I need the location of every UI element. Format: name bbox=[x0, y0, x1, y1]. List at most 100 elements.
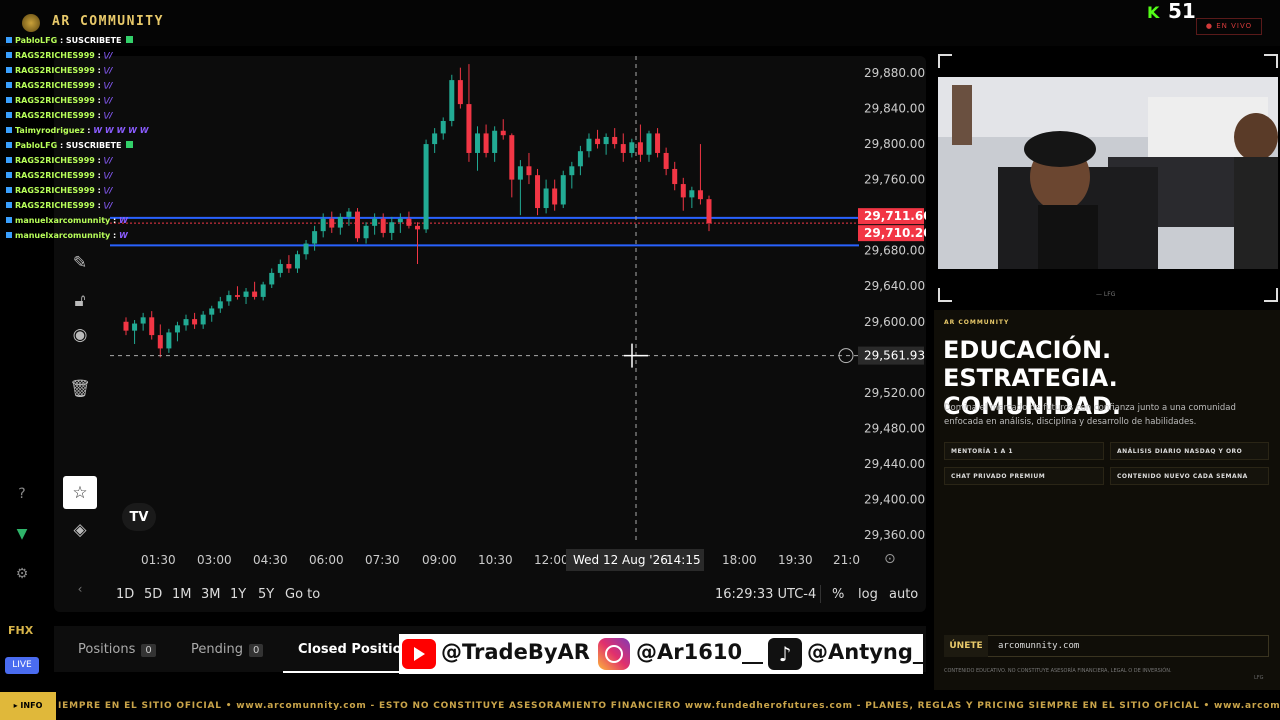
candle-body bbox=[346, 211, 352, 217]
settings-gear-icon[interactable]: ⚙ bbox=[8, 560, 36, 588]
collapse-chevron-icon[interactable]: ‹ bbox=[66, 575, 94, 603]
chat-message: RAGS2RICHES999 : \// bbox=[6, 153, 326, 168]
candle-body bbox=[475, 133, 481, 153]
price-tick-label: 29,600.00 bbox=[864, 315, 925, 329]
candle-body bbox=[174, 325, 180, 333]
time-tick-label: 12:00 bbox=[534, 553, 569, 567]
period-go-to[interactable]: Go to bbox=[285, 587, 320, 602]
chat-emote: W W W W W bbox=[93, 126, 149, 135]
candle-body bbox=[449, 80, 455, 121]
chat-username[interactable]: RAGS2RICHES999 bbox=[15, 201, 98, 210]
scale-percent[interactable]: % bbox=[832, 587, 844, 602]
chat-username[interactable]: manuelxarcomunnity bbox=[15, 231, 113, 240]
time-settings-icon[interactable]: ⊙ bbox=[884, 551, 896, 567]
price-tick-label: 29,680.00 bbox=[864, 244, 925, 258]
price-tick-label: 29,400.00 bbox=[864, 492, 925, 506]
chat-badge-icon bbox=[6, 52, 12, 58]
chat-badge-icon bbox=[6, 127, 12, 133]
app-title: AR COMMUNITY bbox=[52, 14, 164, 29]
community-logo-icon bbox=[22, 14, 40, 32]
period-1m[interactable]: 1M bbox=[172, 587, 192, 602]
candle-body bbox=[526, 166, 532, 176]
chat-username[interactable]: Taimyrodriguez bbox=[15, 126, 87, 135]
period-1y[interactable]: 1Y bbox=[230, 587, 246, 602]
time-tick-label: 19:30 bbox=[778, 553, 813, 567]
period-5y[interactable]: 5Y bbox=[258, 587, 274, 602]
camera-label: — LFG bbox=[1096, 291, 1116, 298]
help-icon[interactable]: ? bbox=[8, 480, 36, 508]
candle-body bbox=[354, 211, 360, 239]
candle-body bbox=[432, 133, 438, 145]
chat-message: RAGS2RICHES999 : \// bbox=[6, 108, 326, 123]
panel-footer-tag: LFG bbox=[1254, 675, 1264, 681]
chat-username[interactable]: RAGS2RICHES999 bbox=[15, 81, 98, 90]
chat-username[interactable]: RAGS2RICHES999 bbox=[15, 66, 98, 75]
chat-message: Taimyrodriguez : W W W W W bbox=[6, 123, 326, 138]
frame-corner bbox=[1264, 288, 1278, 302]
price-tick-label: 29,880.00 bbox=[864, 66, 925, 80]
chat-username[interactable]: manuelxarcomunnity bbox=[15, 216, 113, 225]
candle-body bbox=[406, 218, 412, 226]
candle-body bbox=[217, 301, 223, 309]
chat-username[interactable]: PabloLFG bbox=[15, 36, 60, 45]
period-5d[interactable]: 5D bbox=[144, 587, 162, 602]
candle-body bbox=[680, 184, 686, 198]
stream-chat: PabloLFG : SUSCRIBETE RAGS2RICHES999 : \… bbox=[6, 33, 326, 243]
period-1d[interactable]: 1D bbox=[116, 587, 134, 602]
instagram-handle: @Ar1610__ bbox=[636, 640, 764, 664]
active-tab-underline bbox=[283, 671, 403, 673]
time-tick-label: 21:0 bbox=[833, 553, 860, 567]
candle-body bbox=[603, 136, 609, 145]
frame-corner bbox=[938, 54, 952, 68]
chat-username[interactable]: RAGS2RICHES999 bbox=[15, 96, 98, 105]
price-tick-label: 29,520.00 bbox=[864, 386, 925, 400]
pencil-lock-icon[interactable]: ✎ bbox=[66, 249, 94, 277]
eye-icon[interactable]: ◉ bbox=[66, 321, 94, 349]
candle-body bbox=[277, 264, 283, 273]
candle-body bbox=[517, 166, 523, 180]
candle-body bbox=[192, 319, 198, 325]
chat-username[interactable]: RAGS2RICHES999 bbox=[15, 51, 98, 60]
youtube-handle: @TradeByAR bbox=[441, 640, 590, 664]
period-3m[interactable]: 3M bbox=[201, 587, 221, 602]
price-tick-label: 29,440.00 bbox=[864, 457, 925, 471]
tab-positions[interactable]: Positions 0 bbox=[78, 642, 156, 657]
price-label: 29,711.60 bbox=[864, 209, 926, 223]
join-box[interactable] bbox=[944, 635, 1269, 657]
live-badge: ● EN VIVO bbox=[1196, 18, 1262, 35]
tab-pending[interactable]: Pending 0 bbox=[191, 642, 264, 657]
live-button[interactable]: LIVE bbox=[5, 657, 39, 674]
gem-icon[interactable]: ▼ bbox=[8, 520, 36, 548]
chat-emote: \// bbox=[103, 186, 113, 195]
chat-username[interactable]: RAGS2RICHES999 bbox=[15, 171, 98, 180]
candle-body bbox=[243, 291, 249, 297]
feature-item: CONTENIDO NUEVO CADA SEMANA bbox=[1110, 467, 1269, 485]
join-url[interactable]: arcomunnity.com bbox=[998, 641, 1079, 651]
trash-icon[interactable]: 🗑︎ bbox=[66, 375, 94, 403]
divider bbox=[820, 585, 821, 603]
scale-log[interactable]: log bbox=[858, 587, 878, 602]
favorite-star-icon[interactable]: ☆ bbox=[63, 476, 97, 509]
chat-emote: \// bbox=[103, 81, 113, 90]
chat-username[interactable]: PabloLFG bbox=[15, 141, 60, 150]
lock-icon[interactable]: 🔓︎ bbox=[66, 287, 94, 315]
tradingview-logo-icon: TV bbox=[122, 503, 156, 531]
price-label: 29,710.20 bbox=[864, 226, 926, 240]
chat-username[interactable]: RAGS2RICHES999 bbox=[15, 111, 98, 120]
chat-emote: \// bbox=[103, 111, 113, 120]
chat-badge-icon bbox=[6, 67, 12, 73]
time-tick-label: 18:00 bbox=[722, 553, 757, 567]
scale-auto[interactable]: auto bbox=[889, 587, 918, 602]
chat-username[interactable]: RAGS2RICHES999 bbox=[15, 156, 98, 165]
pending-count: 0 bbox=[248, 644, 264, 657]
chat-username[interactable]: RAGS2RICHES999 bbox=[15, 186, 98, 195]
candle-body bbox=[586, 138, 592, 152]
chat-emote: \// bbox=[103, 201, 113, 210]
candle-body bbox=[663, 152, 669, 169]
chat-message: RAGS2RICHES999 : \// bbox=[6, 198, 326, 213]
feature-item: CHAT PRIVADO PREMIUM bbox=[944, 467, 1104, 485]
candle-body bbox=[672, 168, 678, 185]
candle-body bbox=[697, 190, 703, 200]
layers-icon[interactable]: ◈ bbox=[66, 516, 94, 544]
candle-body bbox=[380, 218, 386, 233]
